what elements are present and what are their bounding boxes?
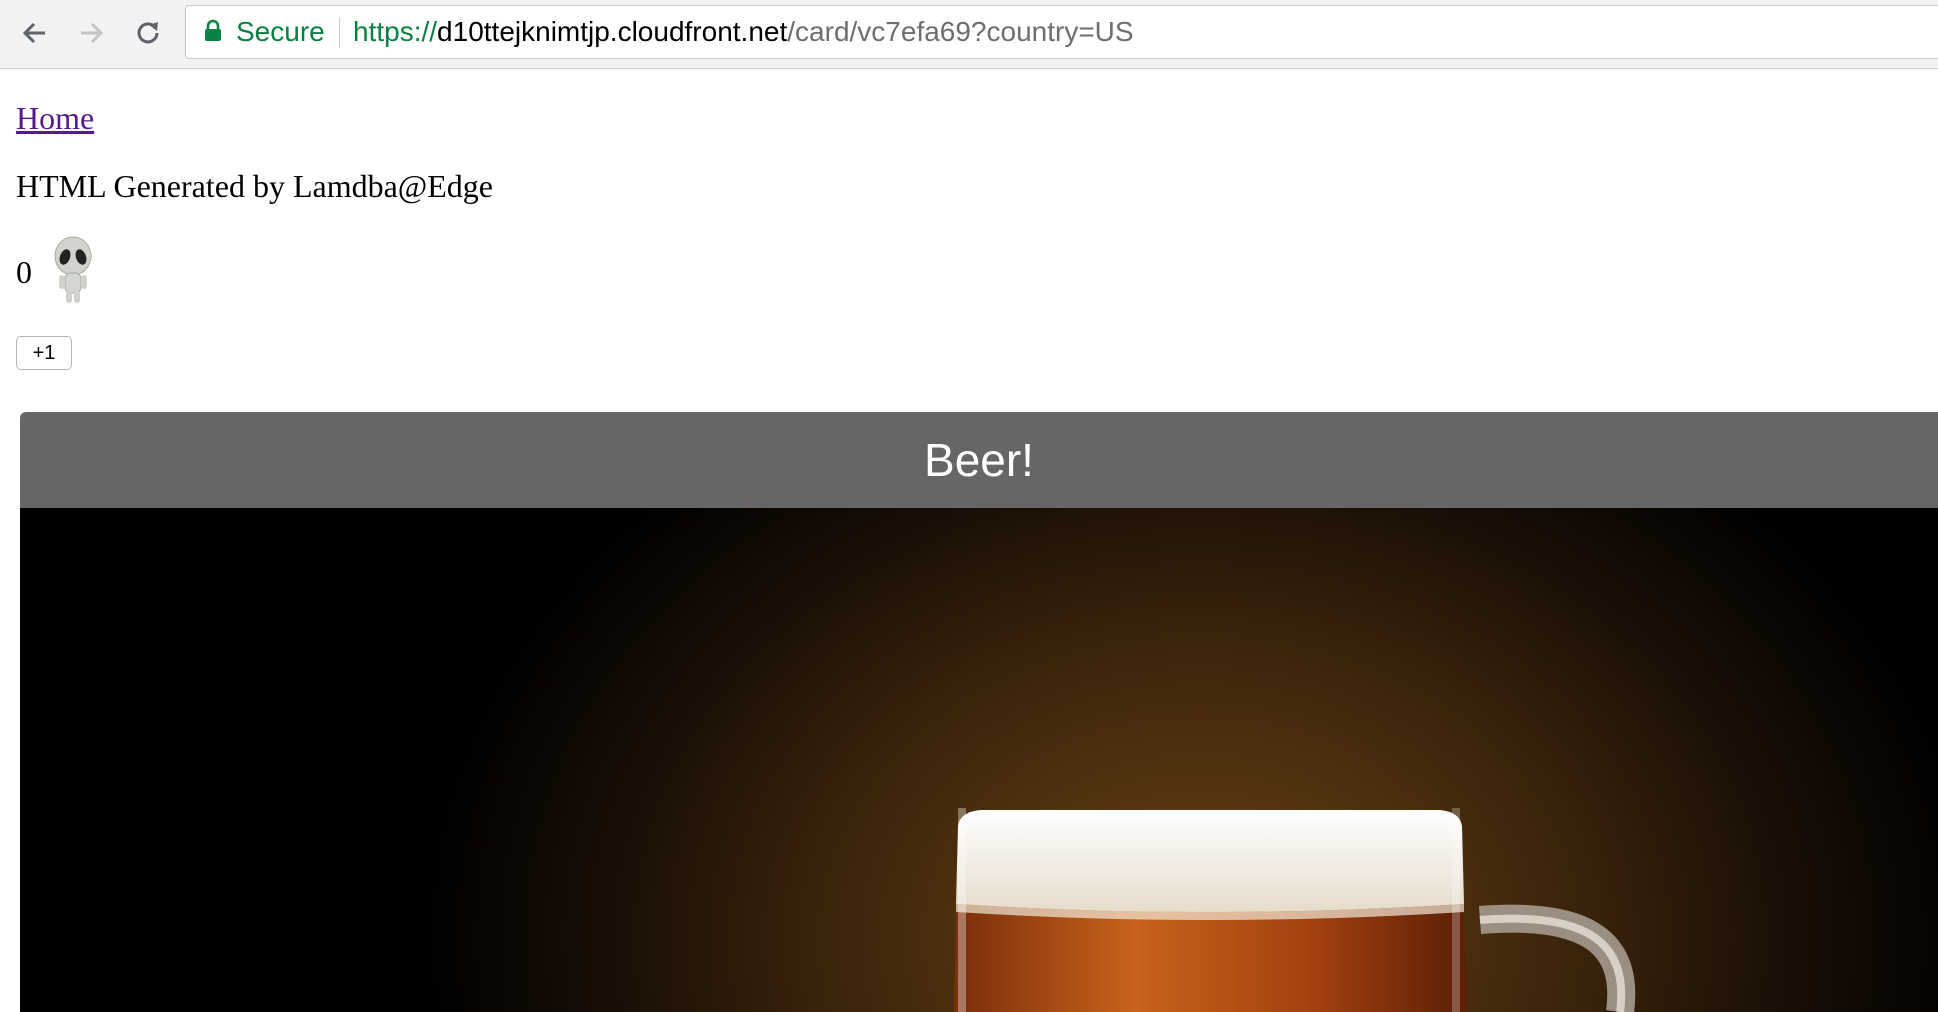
beer-image xyxy=(20,508,1938,1012)
home-link[interactable]: Home xyxy=(16,98,94,138)
card-header: Beer! xyxy=(20,412,1938,508)
reload-icon xyxy=(137,22,159,44)
browser-toolbar: Secure https://d10ttejknimtjp.cloudfront… xyxy=(0,0,1938,69)
secure-label: Secure xyxy=(236,16,325,47)
reload-button[interactable] xyxy=(128,13,168,53)
url-scheme: https:// xyxy=(353,16,438,47)
counter-value: 0 xyxy=(16,254,32,290)
url-host: d10ttejknimtjp.cloudfront.net xyxy=(437,16,788,47)
back-button[interactable] xyxy=(15,13,55,53)
alien-icon xyxy=(54,236,92,303)
beer-card: Beer! xyxy=(20,412,1938,1012)
lock-icon xyxy=(205,19,221,41)
url-path: /card/vc7efa69?country=US xyxy=(787,16,1134,47)
forward-arrow-icon xyxy=(81,22,104,44)
back-arrow-icon xyxy=(22,22,45,44)
forward-button[interactable] xyxy=(71,13,111,53)
url-text[interactable]: https://d10ttejknimtjp.cloudfront.net/ca… xyxy=(353,6,1134,58)
generated-by-text: HTML Generated by Lamdba@Edge xyxy=(16,168,493,204)
beer-mug-illustration xyxy=(954,808,1636,1012)
omnibox-divider xyxy=(339,18,340,48)
card-title: Beer! xyxy=(924,434,1034,486)
address-bar[interactable]: Secure https://d10ttejknimtjp.cloudfront… xyxy=(185,5,1938,59)
plus-one-button[interactable]: +1 xyxy=(16,336,72,370)
